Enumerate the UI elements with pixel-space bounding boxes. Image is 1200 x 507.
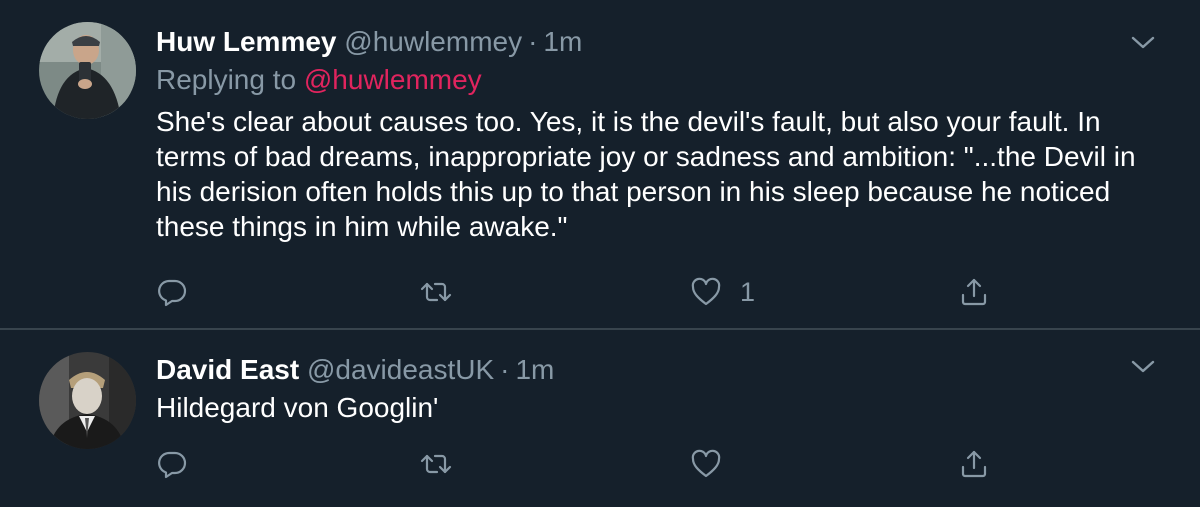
tweet-actions bbox=[0, 444, 1200, 484]
timestamp[interactable]: 1m bbox=[543, 26, 582, 57]
author-handle[interactable]: @davideastUK bbox=[307, 354, 494, 385]
tweet-text: Hildegard von Googlin' bbox=[156, 392, 439, 423]
retweet-button[interactable] bbox=[420, 444, 452, 484]
tweet-actions: 1 bbox=[0, 272, 1200, 312]
avatar-image bbox=[39, 352, 136, 449]
author-name[interactable]: Huw Lemmey bbox=[156, 26, 337, 57]
reply-icon bbox=[158, 279, 187, 307]
tweet-header: David East @davideastUK · 1m bbox=[156, 352, 554, 388]
reply-to-handle[interactable]: @huwlemmey bbox=[304, 64, 482, 95]
reply-button[interactable] bbox=[156, 444, 188, 484]
avatar[interactable] bbox=[39, 352, 136, 449]
share-button[interactable] bbox=[958, 272, 990, 312]
heart-icon bbox=[691, 449, 721, 478]
author-name[interactable]: David East bbox=[156, 354, 299, 385]
tweet[interactable]: Huw Lemmey @huwlemmey · 1m Replying to @hu… bbox=[0, 0, 1200, 330]
separator-dot: · bbox=[528, 26, 538, 57]
chevron-down-icon[interactable] bbox=[1130, 354, 1156, 380]
timestamp[interactable]: 1m bbox=[515, 354, 554, 385]
tweet[interactable]: David East @davideastUK · 1m Hildegard von… bbox=[0, 332, 1200, 507]
separator-dot: · bbox=[500, 354, 510, 385]
like-button[interactable]: 1 bbox=[690, 272, 755, 312]
retweet-icon bbox=[420, 454, 452, 474]
reply-button[interactable] bbox=[156, 272, 188, 312]
avatar-image bbox=[39, 22, 136, 119]
replying-to: Replying to @huwlemmey bbox=[156, 62, 482, 98]
reply-icon bbox=[158, 451, 187, 479]
like-count: 1 bbox=[740, 277, 756, 307]
replying-to-label: Replying to bbox=[156, 64, 297, 95]
like-button[interactable] bbox=[690, 444, 722, 484]
author-handle[interactable]: @huwlemmey bbox=[344, 26, 522, 57]
timeline: Huw Lemmey @huwlemmey · 1m Replying to @hu… bbox=[0, 0, 1200, 507]
chevron-down-icon[interactable] bbox=[1130, 30, 1156, 56]
tweet-header: Huw Lemmey @huwlemmey · 1m bbox=[156, 24, 582, 60]
retweet-button[interactable] bbox=[420, 272, 452, 312]
share-icon bbox=[961, 450, 987, 478]
retweet-icon bbox=[420, 282, 452, 302]
share-icon bbox=[961, 278, 987, 306]
share-button[interactable] bbox=[958, 444, 990, 484]
avatar[interactable] bbox=[39, 22, 136, 119]
heart-icon bbox=[691, 277, 721, 306]
tweet-text: She's clear about causes too. Yes, it is… bbox=[156, 106, 1136, 242]
